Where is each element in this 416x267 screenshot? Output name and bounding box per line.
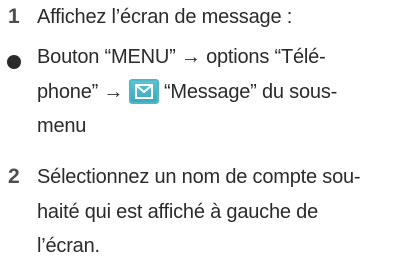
sub-step-line-2-start: phone” → — [37, 80, 124, 103]
step-2-line-1: Sélectionnez un nom de compte sou- — [37, 166, 361, 188]
step-2-line-3: l’écran. — [37, 235, 100, 257]
step-text: Affichez l’écran de message : — [37, 6, 293, 28]
step-2-line-2: haité qui est affiché à gauche de — [37, 200, 319, 223]
sub-step-line-3: menu — [37, 115, 87, 137]
sub-step-line-2-end: “Message” du sous- — [163, 80, 338, 103]
step-text: Sélectionnez un nom de compte sou- haité… — [37, 160, 410, 264]
sub-step-line-1: Bouton “MENU” → options “Télé- — [37, 46, 326, 68]
step-number: 2 — [8, 165, 20, 188]
sub-step-line-2: phone” → “Message” du sous- — [37, 75, 410, 110]
bullet-icon — [7, 55, 21, 69]
sub-step-text: Bouton “MENU” → options “Télé- phone” → … — [37, 40, 410, 144]
step-number: 1 — [8, 5, 20, 28]
envelope-icon — [128, 78, 159, 104]
